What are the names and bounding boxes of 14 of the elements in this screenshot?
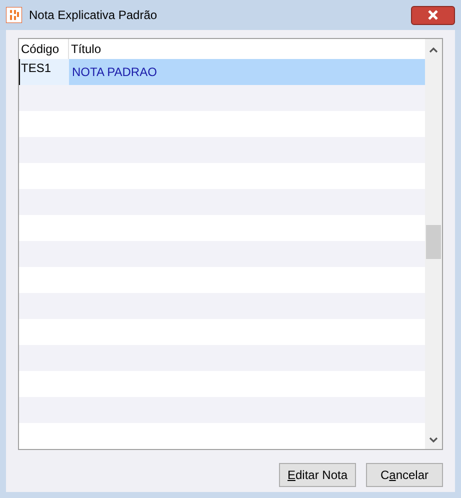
close-button[interactable] <box>411 6 455 24</box>
close-icon <box>427 10 439 20</box>
column-header[interactable]: Título <box>69 39 425 59</box>
table-cell: TES1 <box>19 59 69 85</box>
scrollbar[interactable] <box>425 39 442 449</box>
scroll-down-icon[interactable] <box>429 437 438 443</box>
window-title: Nota Explicativa Padrão <box>29 7 158 24</box>
dialog-button[interactable]: Cancelar <box>366 463 443 487</box>
app-icon <box>6 7 22 23</box>
table-cell-text: NOTA PADRAO <box>71 64 158 81</box>
scroll-up-icon[interactable] <box>429 47 438 53</box>
table-row[interactable]: TES1 NOTA PADRAO <box>19 59 425 85</box>
scroll-thumb[interactable] <box>426 225 441 259</box>
dialog-button[interactable]: Editar Nota <box>279 463 356 487</box>
